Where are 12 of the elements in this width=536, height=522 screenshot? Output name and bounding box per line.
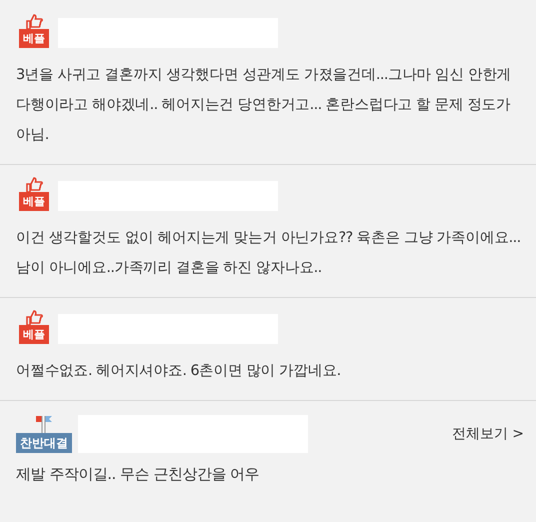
comment-text: 이건 생각할것도 없이 헤어지는게 맞는거 아닌가요?? 육촌은 그냥 가족이에요...남이 아니에요..가족끼리 결혼을 하진 않자나요.. [16, 229, 522, 278]
view-all-link[interactable]: 전체보기 > [452, 425, 524, 443]
comment-text: 3년을 사귀고 결혼까지 생각했다면 성관계도 가졌을건데...그나마 임신 안한게 다행이라고 해야겠네.. 헤어지는건 당연한거고... 혼란스럽다고 할 문제 정도가 아님. [16, 66, 512, 145]
thumbs-up-icon [24, 14, 44, 29]
comment-text: 어쩔수없죠. 헤어지셔야죠. 6촌이면 많이 가깝네요. [16, 362, 342, 381]
thumbs-up-icon [24, 310, 44, 325]
best-comment-badge: 베플 [19, 325, 49, 344]
best-comment-badge: 베플 [19, 29, 49, 48]
best-comment-badge: 베플 [19, 192, 49, 211]
thumbs-up-icon [24, 177, 44, 192]
debate-badge: 찬반대결 [16, 433, 72, 453]
comment-text: 제발 주작이길.. 무슨 근친상간을 어우 [16, 464, 260, 485]
